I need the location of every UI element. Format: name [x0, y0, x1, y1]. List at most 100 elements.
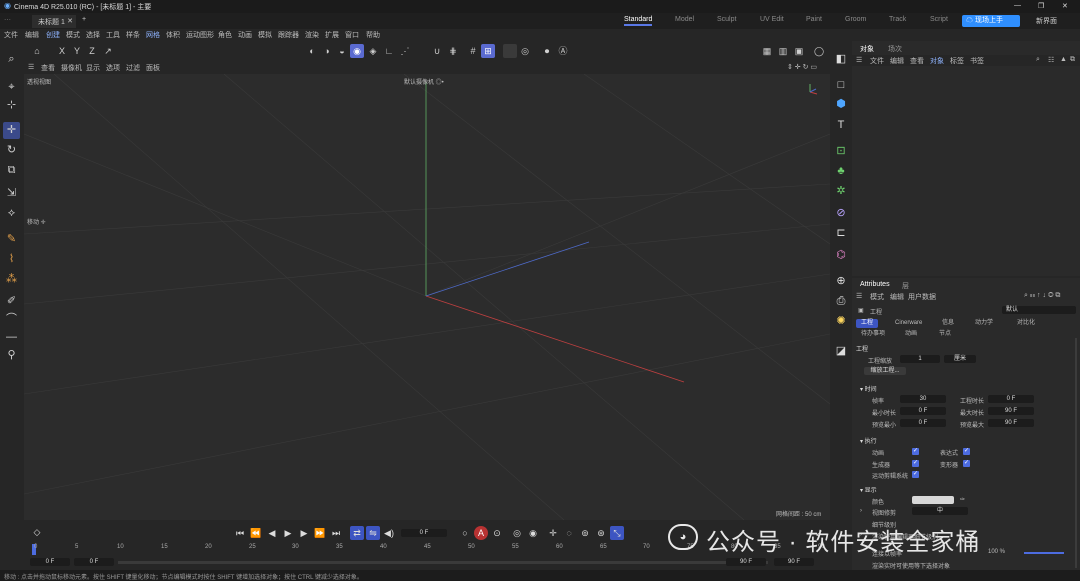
- section-tab-animation[interactable]: 动画: [900, 330, 922, 339]
- grid-icon[interactable]: #: [466, 44, 480, 58]
- menu-mograph[interactable]: 运动图形: [186, 30, 214, 40]
- record-button[interactable]: A: [474, 526, 488, 540]
- cube-outline-icon[interactable]: □: [833, 77, 849, 93]
- autokey-off-icon[interactable]: ○: [458, 526, 472, 540]
- spline-smooth-icon[interactable]: ⁂: [3, 271, 20, 288]
- go-to-start-button[interactable]: ⏮: [233, 526, 247, 540]
- spline-pen-icon[interactable]: ✎: [3, 231, 20, 248]
- object-manager-icon[interactable]: ◧: [833, 51, 849, 67]
- line-icon[interactable]: —: [3, 329, 20, 346]
- scale-key-icon[interactable]: ⊚: [578, 526, 592, 540]
- start-frame-field[interactable]: 0 F: [30, 558, 70, 566]
- new-interface-button[interactable]: 新界面: [1036, 16, 1057, 26]
- key-record-all-icon[interactable]: ◉: [526, 526, 540, 540]
- attributes-search-icon[interactable]: ⌕ ☷ ↑ ↓ ◎ ⧉: [1024, 292, 1060, 300]
- position-key-icon[interactable]: ✛: [546, 526, 560, 540]
- menu-create[interactable]: 创建: [46, 30, 60, 40]
- menu-animate[interactable]: 动画: [238, 30, 252, 40]
- texture-mode-icon[interactable]: ⋰: [398, 44, 412, 58]
- cube-icon[interactable]: ⬢: [833, 96, 849, 112]
- blank-button[interactable]: [503, 44, 517, 58]
- viewport-menu-panel[interactable]: 面板: [146, 63, 160, 73]
- tab-objects[interactable]: 对象: [860, 44, 874, 54]
- snap-icon[interactable]: ∪: [430, 44, 444, 58]
- layout-grid-icon[interactable]: ⋯: [4, 16, 11, 24]
- eyedropper-icon[interactable]: ✑: [960, 496, 965, 503]
- menu-volume[interactable]: 体积: [166, 30, 180, 40]
- section-tab-info[interactable]: 信息: [937, 319, 959, 328]
- menu-select[interactable]: 选择: [86, 30, 100, 40]
- scale-icon[interactable]: ⧉: [3, 162, 20, 179]
- edges-mode-icon[interactable]: ∟: [382, 44, 396, 58]
- search-icon[interactable]: ⌕: [3, 51, 20, 68]
- animation-checkbox[interactable]: ✓: [912, 448, 919, 455]
- objects-expand-icon[interactable]: ⧉: [1070, 56, 1075, 64]
- team-render-icon[interactable]: ▣: [792, 44, 806, 58]
- expressions-checkbox[interactable]: ✓: [963, 448, 970, 455]
- keyframe-selection-icon[interactable]: ⊙: [490, 526, 504, 540]
- color-swatch[interactable]: [912, 496, 954, 504]
- viewport-menu-camera[interactable]: 摄像机: [61, 63, 82, 73]
- spline-icon[interactable]: ⌬: [833, 247, 849, 263]
- attributes-menu-userdata[interactable]: 用户数据: [908, 292, 936, 302]
- loop-button[interactable]: ⇄: [350, 526, 364, 540]
- viewport-menu-display[interactable]: 显示: [86, 63, 100, 73]
- deformer-icon[interactable]: ⊘: [833, 205, 849, 221]
- layout-track[interactable]: Track: [889, 16, 906, 23]
- sketch-icon[interactable]: ⌇: [3, 251, 20, 268]
- render-settings-icon[interactable]: ◒: [335, 44, 349, 58]
- deformers-checkbox[interactable]: ✓: [963, 460, 970, 467]
- tab-takes[interactable]: 场次: [888, 44, 902, 54]
- coordinate-system-icon[interactable]: ↗: [101, 44, 115, 58]
- section-tab-nodes[interactable]: 节点: [934, 330, 956, 339]
- axis-x-button[interactable]: X: [55, 44, 69, 58]
- objects-menu-file[interactable]: 文件: [870, 56, 884, 66]
- generators-checkbox[interactable]: ✓: [912, 460, 919, 467]
- light-icon[interactable]: ✺: [833, 313, 849, 329]
- viewport-menu-view[interactable]: 查看: [41, 63, 55, 73]
- environment-icon[interactable]: ⊕: [833, 273, 849, 289]
- timeline-settings-icon[interactable]: ◇: [30, 525, 44, 539]
- knife-icon[interactable]: ⟡: [3, 205, 20, 222]
- lock-icon[interactable]: ◎: [518, 44, 532, 58]
- live-select-icon[interactable]: ⊹: [3, 97, 20, 114]
- execution-section-header[interactable]: ▾ 执行: [860, 436, 877, 445]
- render-view-icon[interactable]: ◐: [305, 44, 319, 58]
- undo-icon[interactable]: ⌂: [30, 44, 44, 58]
- preset-select[interactable]: 默认: [1002, 306, 1076, 314]
- axis-y-button[interactable]: Y: [70, 44, 84, 58]
- previous-key-button[interactable]: ⏪: [249, 526, 263, 540]
- objects-menu-icon[interactable]: ☰: [856, 56, 862, 64]
- view-clip-expand-icon[interactable]: ›: [860, 508, 862, 514]
- model-mode-icon[interactable]: ◉: [350, 44, 364, 58]
- camera-icon[interactable]: ⎙: [833, 293, 849, 309]
- attributes-menu-edit[interactable]: 编辑: [890, 292, 904, 302]
- parameter-key-icon[interactable]: ⊛: [594, 526, 608, 540]
- layout-sculpt[interactable]: Sculpt: [717, 16, 736, 23]
- magnet-icon[interactable]: ⚲: [3, 347, 20, 364]
- material-icon[interactable]: ◪: [833, 343, 849, 359]
- preview-max-field[interactable]: 90 F: [988, 419, 1034, 427]
- close-button[interactable]: ✕: [1062, 2, 1068, 10]
- section-tab-todo[interactable]: 待办事项: [856, 330, 890, 339]
- viewport-menu-options[interactable]: 选项: [106, 63, 120, 73]
- section-tab-project[interactable]: 工程: [856, 319, 879, 328]
- scale-unit-select[interactable]: 厘米: [944, 355, 976, 363]
- menu-window[interactable]: 窗口: [345, 30, 359, 40]
- viewport-nav-icon[interactable]: ⇕ ✛ ↻ ▭: [787, 63, 817, 71]
- scale-field[interactable]: 1: [900, 355, 940, 363]
- preview-range-bar[interactable]: [118, 561, 768, 564]
- transform-icon[interactable]: ⇲: [3, 185, 20, 202]
- layout-groom[interactable]: Groom: [845, 16, 866, 23]
- maximize-button[interactable]: ❐: [1038, 2, 1044, 10]
- paint-icon[interactable]: ⌒: [3, 311, 20, 328]
- new-tab-button[interactable]: +: [82, 16, 86, 23]
- objects-new-icon[interactable]: ▲: [1060, 56, 1067, 63]
- default-camera-label[interactable]: 默认摄像机 ◎•: [404, 77, 444, 86]
- menu-mode[interactable]: 模式: [66, 30, 80, 40]
- section-tab-cineware[interactable]: Cinerware: [890, 319, 927, 328]
- play-button[interactable]: ▶: [281, 526, 295, 540]
- layout-model[interactable]: Model: [675, 16, 694, 23]
- fps-field[interactable]: 30: [900, 395, 946, 403]
- cloud-button[interactable]: ☁ 现场上手: [962, 15, 1020, 27]
